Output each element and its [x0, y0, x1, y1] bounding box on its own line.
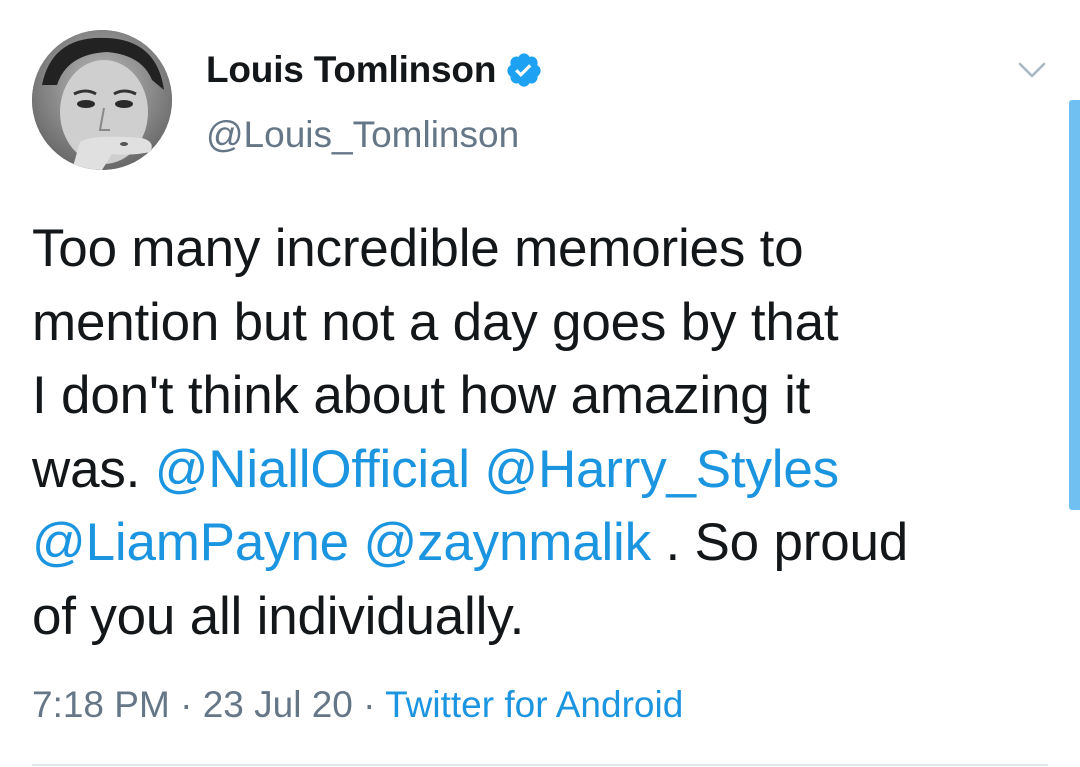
tweet-meta: 7:18 PM · 23 Jul 20 · Twitter for Androi…: [32, 684, 683, 726]
tweet-time: 7:18 PM: [32, 684, 170, 725]
tweet-text-segment: Too many incredible memories to: [32, 219, 804, 278]
mention-link[interactable]: @Harry_Styles: [484, 440, 839, 499]
tweet-text-line: mention but not a day goes by that: [32, 286, 1032, 360]
mention-link[interactable]: @zaynmalik: [364, 513, 652, 572]
tweet-text-line: I don't think about how amazing it: [32, 359, 1032, 433]
verified-badge-icon: [507, 53, 541, 87]
tweet-text-segment: was.: [32, 439, 155, 499]
tweet-text-line: was. @NiallOfficial @Harry_Styles: [32, 433, 1032, 507]
tweet-text-segment: . So proud: [650, 513, 909, 572]
tweet-card: Louis Tomlinson @Louis_Tomlinson Too man…: [0, 0, 1080, 767]
tweet-text: Too many incredible memories to mention b…: [32, 212, 1032, 653]
tweet-date: 23 Jul 20: [202, 684, 353, 725]
tweet-text-line: Too many incredible memories to: [32, 212, 1032, 286]
avatar-photo: [32, 30, 172, 170]
user-name-row: Louis Tomlinson: [206, 47, 543, 93]
tweet-source-link[interactable]: Twitter for Android: [385, 684, 683, 725]
tweet-text-segment: I don't think about how amazing it: [32, 366, 811, 425]
tweet-text-segment: of you all individually.: [32, 586, 525, 646]
user-handle[interactable]: @Louis_Tomlinson: [206, 114, 519, 156]
tweet-text-line: of you all individually.: [32, 580, 1032, 654]
meta-separator: ·: [180, 684, 193, 725]
tweet-text-segment: mention but not a day goes by that: [32, 292, 839, 352]
chevron-down-icon[interactable]: [1014, 55, 1050, 85]
tweet-text-line: @LiamPayne @zaynmalik . So proud: [32, 506, 1032, 580]
mention-link[interactable]: @LiamPayne: [32, 513, 349, 572]
display-name[interactable]: Louis Tomlinson: [206, 49, 496, 91]
avatar[interactable]: [32, 30, 172, 170]
tweet-text-segment: [470, 440, 485, 499]
mention-link[interactable]: @NiallOfficial: [155, 440, 470, 499]
scroll-indicator: [1069, 100, 1080, 510]
tweet-text-segment: [349, 513, 364, 572]
meta-separator: ·: [363, 684, 376, 725]
divider: [32, 764, 1048, 766]
